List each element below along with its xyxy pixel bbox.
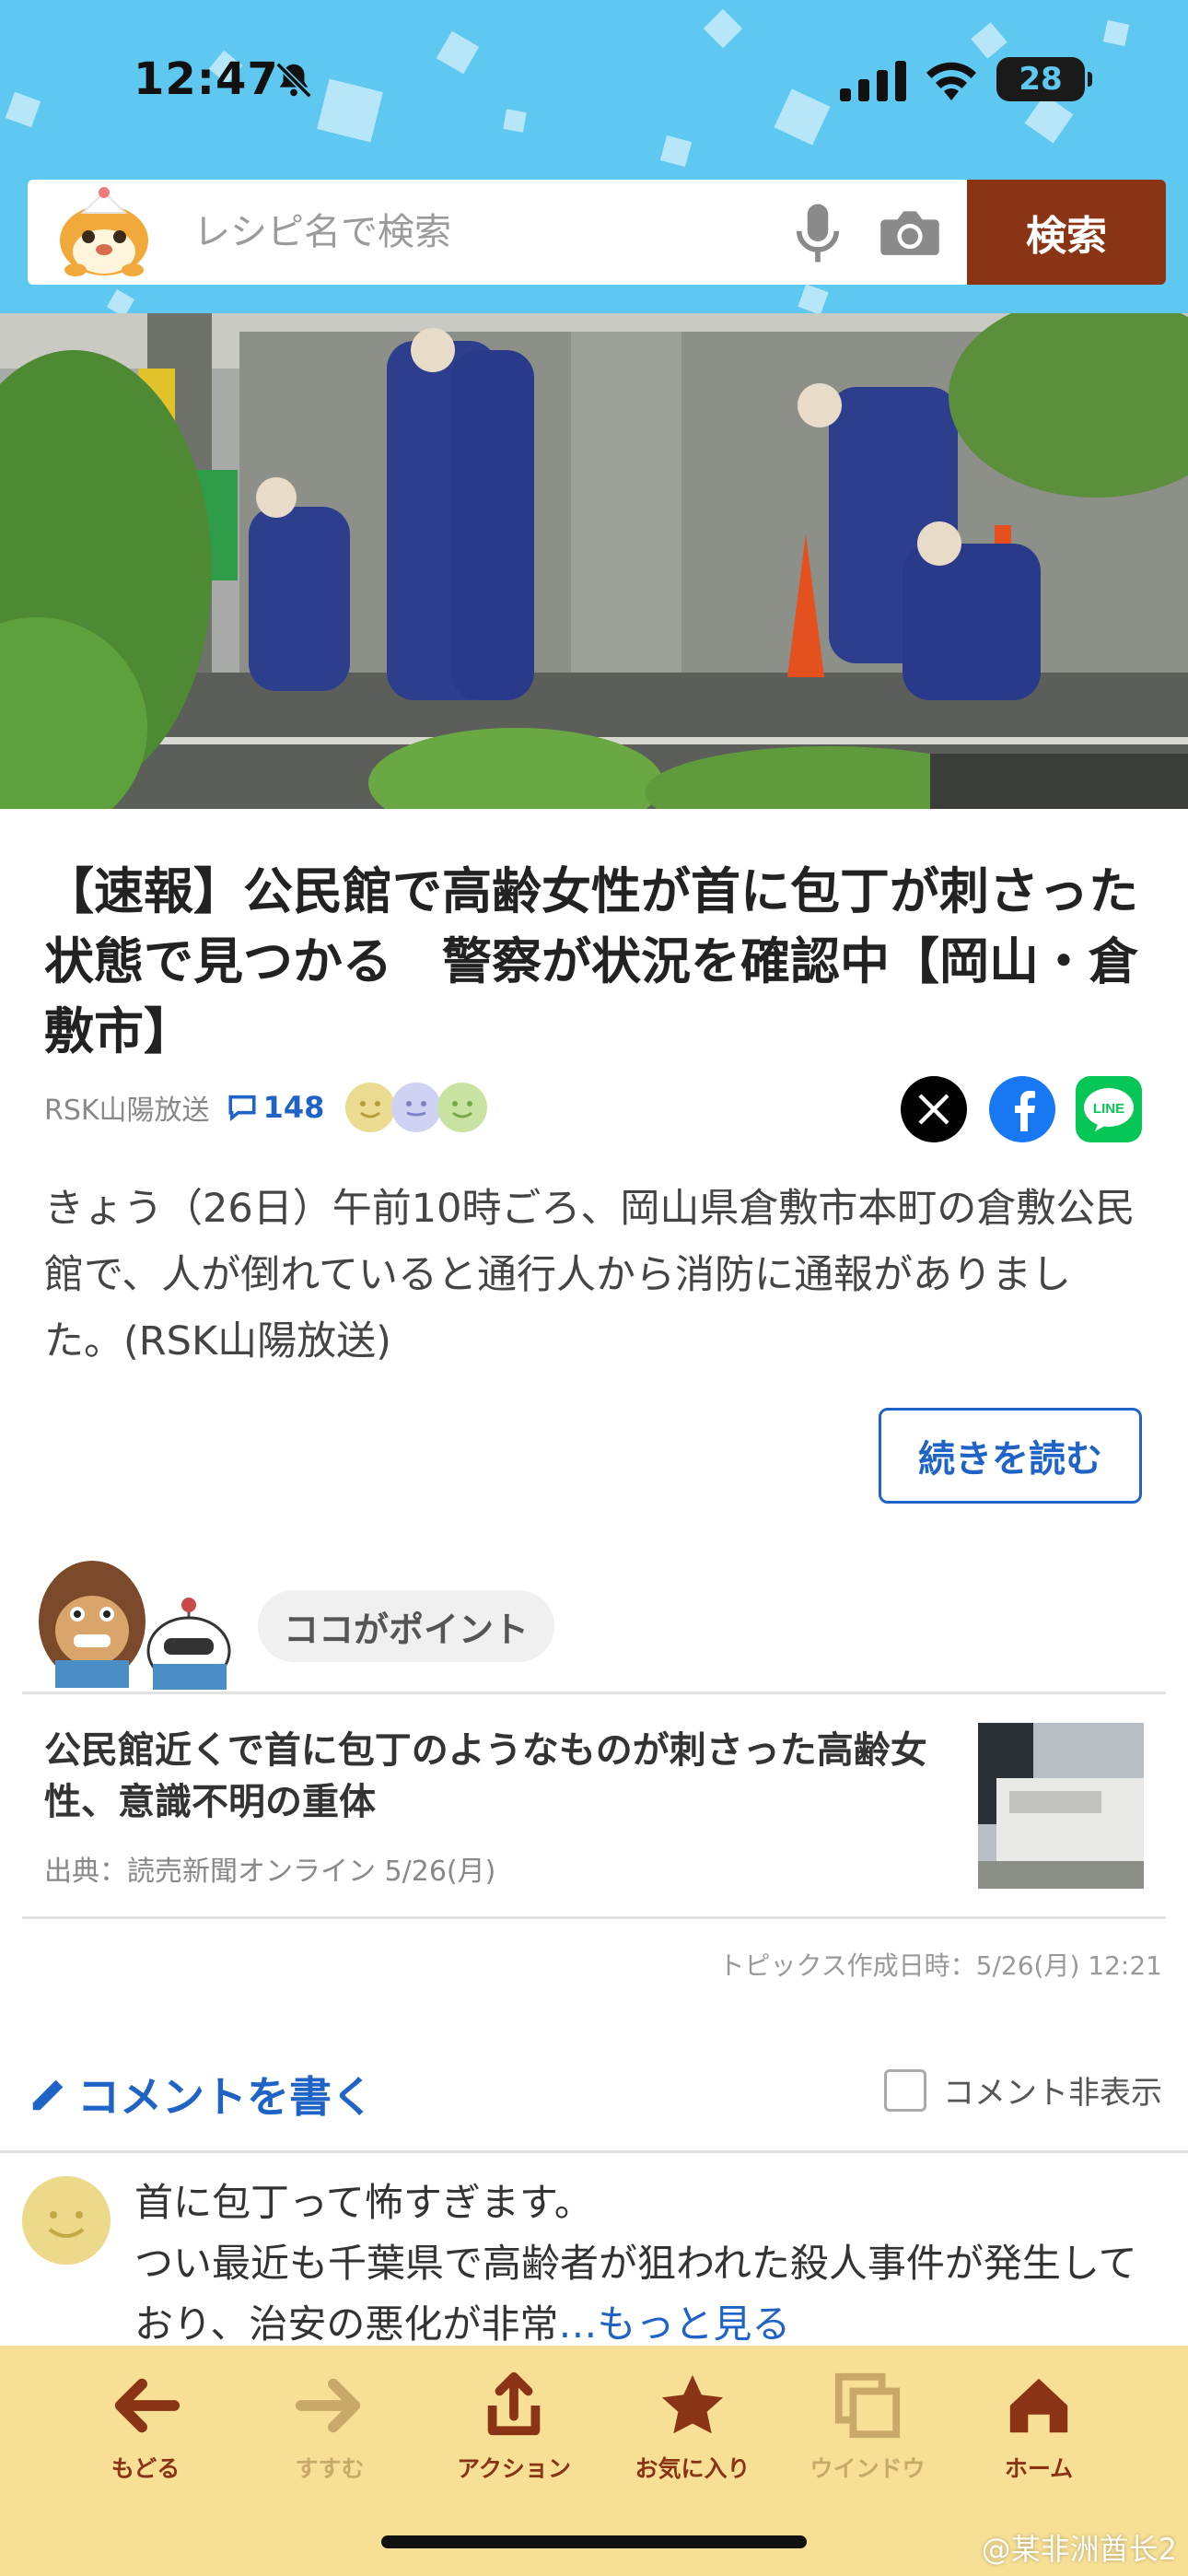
comment-body[interactable]: 首に包丁って怖すぎます。 つい最近も千葉県で高齢者が狙われた殺人事件が発生してお… bbox=[134, 2172, 1157, 2355]
article-meta: RSK山陽放送 148 bbox=[44, 1080, 488, 1135]
wifi-icon bbox=[926, 62, 976, 100]
write-comment-button[interactable]: コメントを書く bbox=[28, 2064, 374, 2125]
signal-icon bbox=[840, 61, 906, 101]
arrow-left-icon bbox=[114, 2378, 181, 2433]
toolbar-favorite-label: お気に入り bbox=[635, 2455, 751, 2482]
article-source: RSK山陽放送 bbox=[44, 1095, 210, 1127]
comment-count-link[interactable]: 148 bbox=[227, 1090, 325, 1125]
camera-icon[interactable] bbox=[879, 204, 941, 261]
hide-comments-toggle[interactable]: コメント非表示 bbox=[884, 2067, 1162, 2113]
toolbar-window-label: ウインドウ bbox=[809, 2455, 926, 2482]
toolbar-action[interactable]: アクション bbox=[440, 2370, 588, 2484]
watermark: @某非洲酋长2 bbox=[981, 2532, 1177, 2567]
mic-icon[interactable] bbox=[792, 200, 844, 266]
article-lead[interactable]: きょう（26日）午前10時ごろ、岡山県倉敷市本町の倉敷公民館で、人が倒れていると… bbox=[44, 1176, 1149, 1375]
bell-slash-icon bbox=[275, 62, 312, 99]
home-icon bbox=[1009, 2378, 1068, 2433]
related-article-source: 出典：読売新聞オンライン 5/26(月) bbox=[44, 1856, 496, 1888]
comment-more-link[interactable]: …もっと見る bbox=[558, 2301, 790, 2347]
article-hero-image[interactable] bbox=[0, 313, 1188, 809]
share-facebook-button[interactable] bbox=[989, 1076, 1055, 1142]
confetti bbox=[703, 8, 743, 49]
comment-count: 148 bbox=[262, 1090, 325, 1125]
pencil-icon bbox=[32, 2079, 64, 2111]
hide-comments-label: コメント非表示 bbox=[943, 2075, 1162, 2112]
share-x-button[interactable] bbox=[901, 1076, 967, 1142]
mascot-logo-icon bbox=[60, 187, 148, 276]
sad-face-icon bbox=[391, 1083, 442, 1132]
line-icon: LINE bbox=[1084, 1088, 1134, 1131]
home-indicator bbox=[381, 2535, 807, 2548]
line-icon-label: LINE bbox=[1093, 1101, 1124, 1117]
toolbar-back[interactable]: もどる bbox=[72, 2370, 219, 2484]
window-icon bbox=[834, 2372, 901, 2439]
toolbar-window[interactable]: ウインドウ bbox=[794, 2370, 941, 2484]
toolbar-action-label: アクション bbox=[457, 2455, 571, 2482]
article-headline[interactable]: 【速報】公民館で高齢女性が首に包丁が刺さった状態で見つかる 警察が状況を確認中【… bbox=[44, 857, 1149, 1067]
confetti bbox=[317, 78, 383, 143]
status-time: 12:47 bbox=[134, 53, 279, 105]
search-bar: 検索 bbox=[28, 180, 1166, 285]
confetti bbox=[5, 91, 41, 128]
battery-icon: 28 bbox=[996, 57, 1092, 101]
star-icon bbox=[661, 2374, 724, 2434]
share-line-button[interactable]: LINE bbox=[1076, 1076, 1142, 1142]
confetti bbox=[971, 22, 1007, 59]
read-more-button[interactable]: 続きを読む bbox=[879, 1408, 1142, 1504]
confetti bbox=[659, 135, 693, 168]
toolbar-forward-label: すすむ bbox=[295, 2455, 365, 2482]
related-article-thumbnail[interactable] bbox=[978, 1723, 1144, 1889]
search-button[interactable]: 検索 bbox=[967, 180, 1166, 285]
point-label: ココがポイント bbox=[258, 1590, 555, 1662]
x-icon bbox=[918, 1094, 949, 1125]
thumbnail-illustration bbox=[978, 1723, 1144, 1889]
commenter-avatar bbox=[22, 2176, 111, 2265]
search-input[interactable] bbox=[193, 202, 783, 263]
confetti bbox=[106, 288, 135, 313]
hide-comments-checkbox[interactable] bbox=[884, 2068, 926, 2112]
arrow-right-icon bbox=[295, 2378, 361, 2433]
reaction-faces[interactable] bbox=[344, 1082, 488, 1133]
confetti bbox=[1024, 94, 1074, 144]
smile-face-icon bbox=[345, 1083, 396, 1132]
confetti bbox=[503, 109, 527, 133]
toolbar-home[interactable]: ホーム bbox=[965, 2370, 1112, 2484]
topics-created-time: トピックス作成日時：5/26(月) 12:21 bbox=[718, 1950, 1162, 1981]
related-article-title[interactable]: 公民館近くで首に包丁のようなものが刺さった高齢女性、意識不明の重体 bbox=[44, 1725, 956, 1828]
toolbar-forward[interactable]: すすむ bbox=[256, 2370, 403, 2484]
confetti bbox=[774, 88, 831, 146]
divider bbox=[22, 1692, 1166, 1694]
toolbar-home-label: ホーム bbox=[1004, 2455, 1074, 2482]
hero-photo-illustration bbox=[0, 313, 1188, 809]
share-icon bbox=[487, 2371, 541, 2436]
write-comment-label: コメントを書く bbox=[77, 2072, 374, 2122]
divider bbox=[22, 1916, 1166, 1919]
comment-icon bbox=[228, 1095, 256, 1122]
confetti bbox=[1102, 19, 1130, 47]
happy-face-icon bbox=[437, 1083, 488, 1132]
confetti bbox=[436, 30, 480, 75]
divider bbox=[0, 2150, 1188, 2153]
point-characters-illustration bbox=[39, 1561, 231, 1690]
toolbar-back-label: もどる bbox=[111, 2455, 181, 2482]
app-header: 12:47 28 レシピ名で検索 検索 bbox=[0, 0, 1188, 313]
toolbar-favorite[interactable]: お気に入り bbox=[619, 2370, 766, 2484]
facebook-icon bbox=[1015, 1091, 1035, 1131]
confetti bbox=[798, 284, 829, 313]
